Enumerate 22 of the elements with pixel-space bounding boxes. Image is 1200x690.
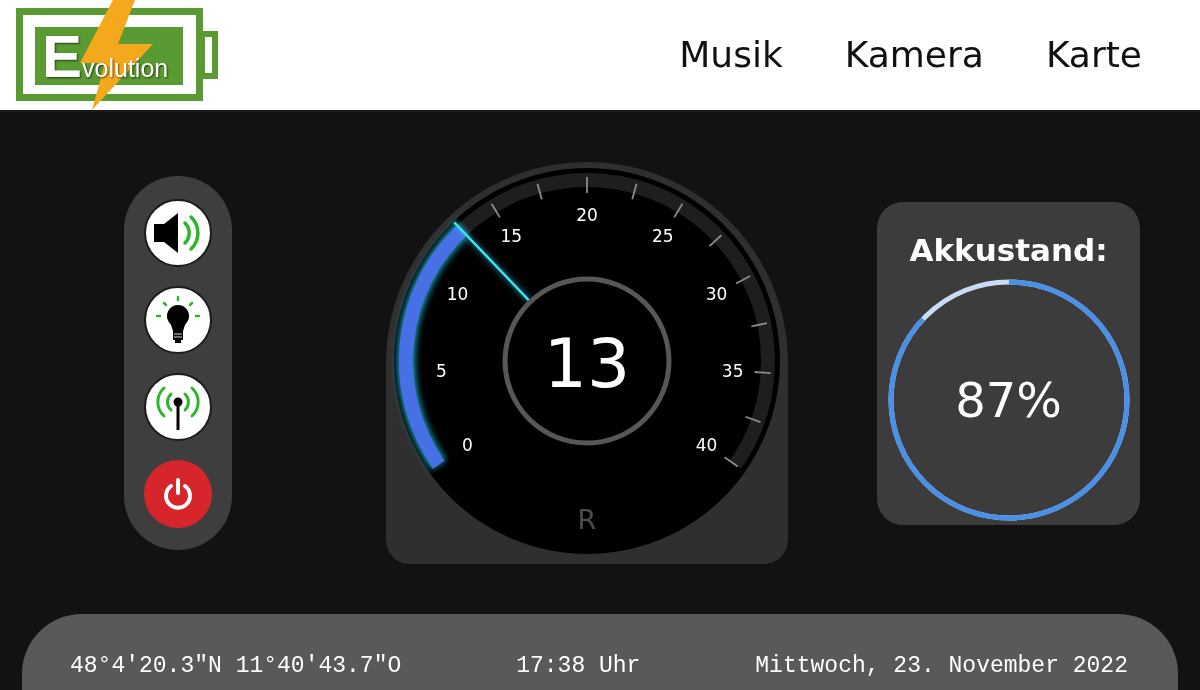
power-icon (162, 478, 194, 510)
gauge-value: 13 (543, 323, 631, 403)
gps-coordinates: 48°4'20.3"N 11°40'43.7"O (70, 652, 402, 680)
speaker-icon (154, 211, 202, 255)
clock-time: 17:38 Uhr (516, 652, 641, 680)
scale-label: 40 (695, 434, 718, 455)
light-bulb-icon (155, 295, 201, 345)
nav-link[interactable]: Karte (1045, 33, 1142, 77)
scale-label: 10 (446, 283, 469, 304)
battery-title: Akkustand: (909, 230, 1108, 270)
scale-label: 0 (462, 434, 473, 455)
scale-label: 30 (705, 283, 728, 304)
scale-label: 25 (651, 226, 674, 247)
nav-link[interactable]: Kamera (844, 33, 984, 77)
scale-label: 15 (500, 226, 523, 247)
date-text: Mittwoch, 23. November 2022 (755, 652, 1128, 680)
nav-link[interactable]: Musik (679, 33, 783, 77)
scale-label: 35 (721, 360, 744, 381)
gear-indicator: R (577, 503, 597, 535)
battery-percentage: 87% (955, 375, 1062, 424)
scale-label: 20 (576, 205, 598, 225)
scale-label: 5 (435, 360, 447, 381)
